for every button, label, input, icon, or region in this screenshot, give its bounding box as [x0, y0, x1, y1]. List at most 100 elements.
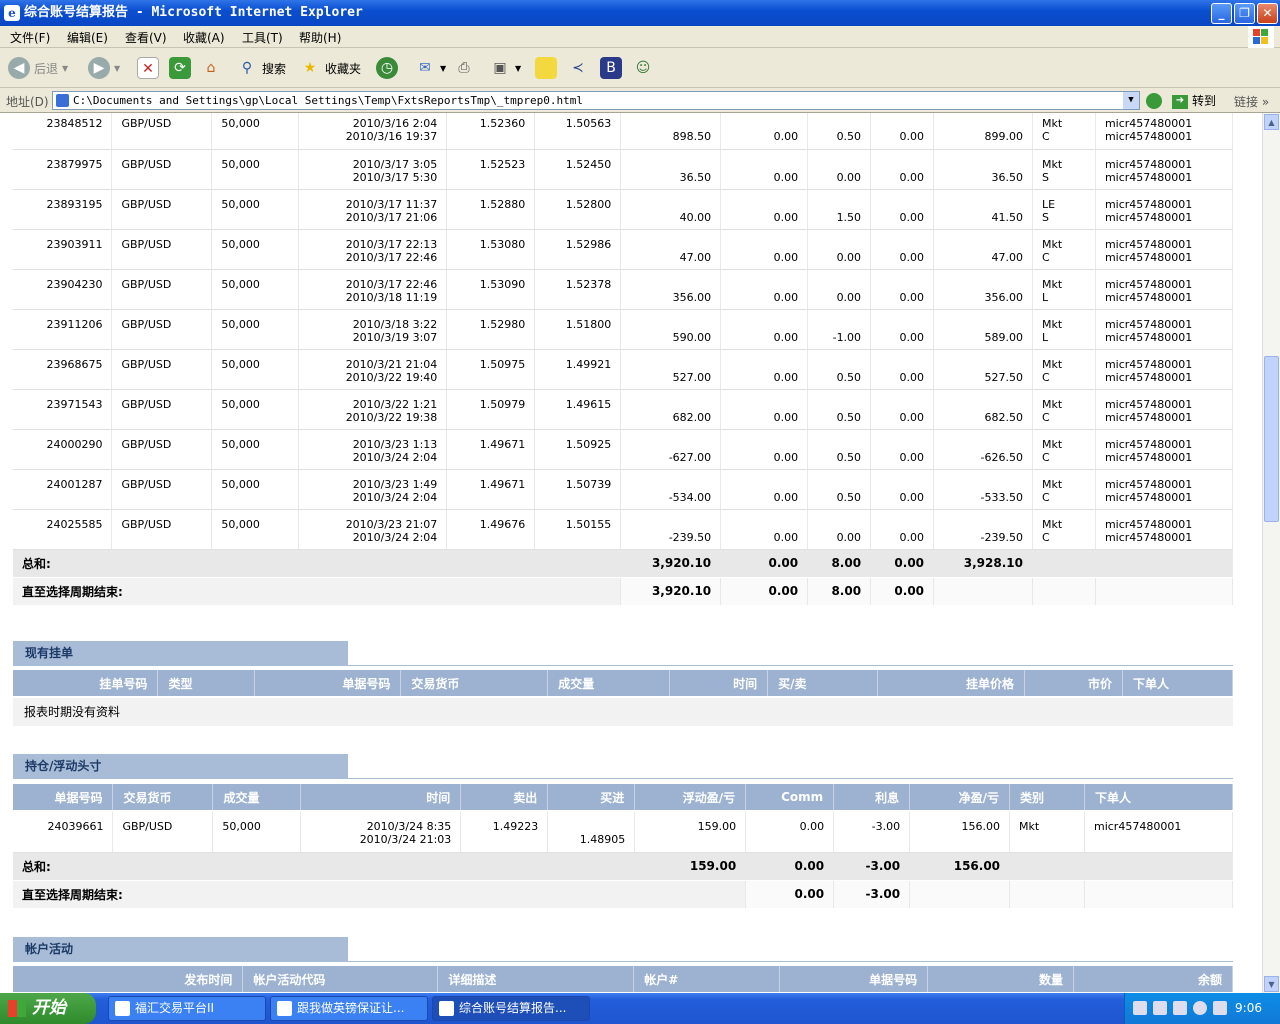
net-pl: 47.00 [933, 229, 1033, 270]
scroll-up-icon[interactable]: ▲ [1264, 114, 1279, 130]
placed-by-close: micr457480001 [1104, 530, 1193, 544]
research-button[interactable]: B [600, 56, 622, 80]
menu-view[interactable]: 查看(V) [125, 29, 167, 46]
print-icon: ⎙ [458, 60, 470, 76]
minimize-button[interactable]: _ [1211, 3, 1232, 24]
account-activity-header: 发布时间 帐户活动代码 详细描述 帐户# 单据号码 数量 余额 [13, 966, 1233, 992]
table-row[interactable]: 23879975 GBP/USD 50,000 2010/3/17 3:05 2010/… [13, 149, 1234, 190]
forward-button[interactable]: ▶ ▼ [88, 56, 120, 80]
ticket-id: 23879975 [13, 149, 113, 190]
profit-loss: 898.50 [620, 113, 722, 150]
close-time: 2010/3/24 2:04 [352, 490, 438, 504]
table-row[interactable]: 23971543 GBP/USD 50,000 2010/3/22 1:21 2010/… [13, 389, 1234, 430]
period-comm: 0.00 [745, 880, 835, 908]
volume: 50,000 [211, 309, 300, 350]
buy-open: 1.50563 [565, 117, 612, 130]
sell-close: 1.50975 [479, 357, 526, 371]
start-button[interactable]: 开始 [0, 993, 96, 1024]
adjustment: 0.00 [870, 509, 935, 550]
refresh-button[interactable]: ⟳ [169, 56, 191, 80]
collapse-icon[interactable] [1193, 1001, 1207, 1015]
menu-favorites[interactable]: 收藏(A) [183, 29, 225, 46]
net-pl: 356.00 [933, 269, 1033, 310]
network-icon[interactable] [1173, 1001, 1187, 1015]
sell-price: 1.50979 [446, 389, 536, 430]
history-icon: ◷ [376, 57, 398, 79]
comm: 0.00 [720, 389, 809, 430]
type-close: C [1041, 410, 1050, 424]
stop-button[interactable]: ✕ [137, 56, 159, 80]
net-value: 899.00 [984, 130, 1023, 143]
menu-tools[interactable]: 工具(T) [242, 29, 283, 46]
table-row[interactable]: 24000290 GBP/USD 50,000 2010/3/23 1:13 2010/… [13, 429, 1234, 470]
col-currency: 交易货币 [400, 670, 549, 696]
period-comm: 0.00 [720, 577, 809, 605]
menu-edit[interactable]: 编辑(E) [67, 29, 108, 46]
sell-price: 1.52523 [446, 149, 536, 190]
edit-icon: ▣ [493, 60, 507, 76]
back-button[interactable]: ◀ 后退 ▼ [8, 56, 68, 80]
total-interest: -3.00 [833, 852, 911, 881]
interest-value: 0.00 [836, 530, 862, 544]
close-button[interactable]: ✕ [1257, 3, 1278, 24]
messenger-button[interactable]: ≺ [567, 56, 589, 80]
table-row[interactable]: 24039661 GBP/USD 50,000 2010/3/24 8:35 20… [13, 812, 1234, 853]
help-icon[interactable] [1153, 1001, 1167, 1015]
chevron-down-icon: ▼ [440, 63, 447, 73]
table-row[interactable]: 23903911 GBP/USD 50,000 2010/3/17 22:13 2010… [13, 229, 1234, 270]
trade-time: 2010/3/17 11:37 2010/3/17 21:06 [298, 189, 448, 230]
vertical-scrollbar[interactable]: ▲ ▼ [1262, 113, 1280, 993]
order-type: Mkt L [1032, 269, 1096, 310]
net-value: 682.50 [984, 410, 1023, 424]
print-button[interactable]: ⎙ [453, 56, 475, 80]
table-row[interactable]: 23848512 GBP/USD 50,000 2010/3/16 2:04 2010/… [13, 113, 1234, 150]
history-button[interactable]: ◷ [376, 56, 398, 80]
maximize-button[interactable]: ❐ [1234, 3, 1255, 24]
interest-value: 0.00 [836, 170, 862, 184]
favorites-button[interactable]: ★ 收藏夹 [299, 56, 361, 80]
links-button[interactable]: 链接 » [1234, 93, 1269, 110]
scroll-thumb[interactable] [1264, 356, 1279, 522]
address-input[interactable]: C:\Documents and Settings\gp\Local Setti… [52, 91, 1140, 110]
keyboard-icon[interactable] [1133, 1001, 1147, 1015]
home-button[interactable]: ⌂ [200, 56, 222, 80]
pl-value: 36.50 [679, 170, 712, 184]
table-row[interactable]: 23911206 GBP/USD 50,000 2010/3/18 3:22 2010/… [13, 309, 1234, 350]
volume-icon[interactable] [1213, 1001, 1227, 1015]
menu-help[interactable]: 帮助(H) [299, 29, 341, 46]
buy-price: 1.52986 [534, 229, 622, 270]
menu-file[interactable]: 文件(F) [10, 29, 50, 46]
comm-value: 0.00 [773, 490, 799, 504]
trade-time: 2010/3/17 3:05 2010/3/17 5:30 [298, 149, 448, 190]
col-ticket: 单据号码 [779, 966, 929, 992]
pl-value: 590.00 [672, 330, 712, 344]
task-fxcm[interactable]: 福汇交易平台II [108, 996, 266, 1021]
placed-by-open: micr457480001 [1104, 397, 1193, 411]
go-button[interactable]: ➜ 转到 [1172, 92, 1216, 109]
table-row[interactable]: 24001287 GBP/USD 50,000 2010/3/23 1:49 2010/… [13, 469, 1234, 510]
sell-price: 1.53080 [446, 229, 536, 270]
search-button[interactable]: ⚲ 搜索 [236, 56, 286, 80]
task-ie-report[interactable]: 综合账号结算报告... [432, 996, 590, 1021]
open-time: 2010/3/24 8:35 [366, 820, 452, 833]
notes-button[interactable] [535, 56, 557, 80]
mail-button[interactable]: ✉ ▼ [414, 56, 446, 80]
chevron-down-icon[interactable]: ▼ [1123, 92, 1139, 109]
go-label: 转到 [1192, 94, 1217, 108]
open-time: 2010/3/23 1:13 [352, 437, 438, 451]
scroll-down-icon[interactable]: ▼ [1264, 976, 1279, 992]
placed-by-open: micr457480001 [1104, 197, 1193, 211]
type-open: Mkt [1041, 397, 1063, 411]
table-row[interactable]: 23968675 GBP/USD 50,000 2010/3/21 21:04 2010… [13, 349, 1234, 390]
closed-trades-table: 23848512 GBP/USD 50,000 2010/3/16 2:04 2010/… [13, 113, 1234, 605]
task-ie-1[interactable]: 跟我做英镑保证让... [270, 996, 428, 1021]
currency-pair: GBP/USD [111, 509, 213, 550]
users-button[interactable]: ☺ [632, 56, 654, 80]
net-value: 41.50 [991, 210, 1023, 224]
favorites-label: 收藏夹 [325, 61, 362, 76]
table-row[interactable]: 23904230 GBP/USD 50,000 2010/3/17 22:46 2010… [13, 269, 1234, 310]
table-row[interactable]: 24025585 GBP/USD 50,000 2010/3/23 21:07 2010… [13, 509, 1234, 550]
currency-pair: GBP/USD [111, 429, 213, 470]
edit-button[interactable]: ▣ ▼ [489, 56, 521, 80]
table-row[interactable]: 23893195 GBP/USD 50,000 2010/3/17 11:37 2010… [13, 189, 1234, 230]
